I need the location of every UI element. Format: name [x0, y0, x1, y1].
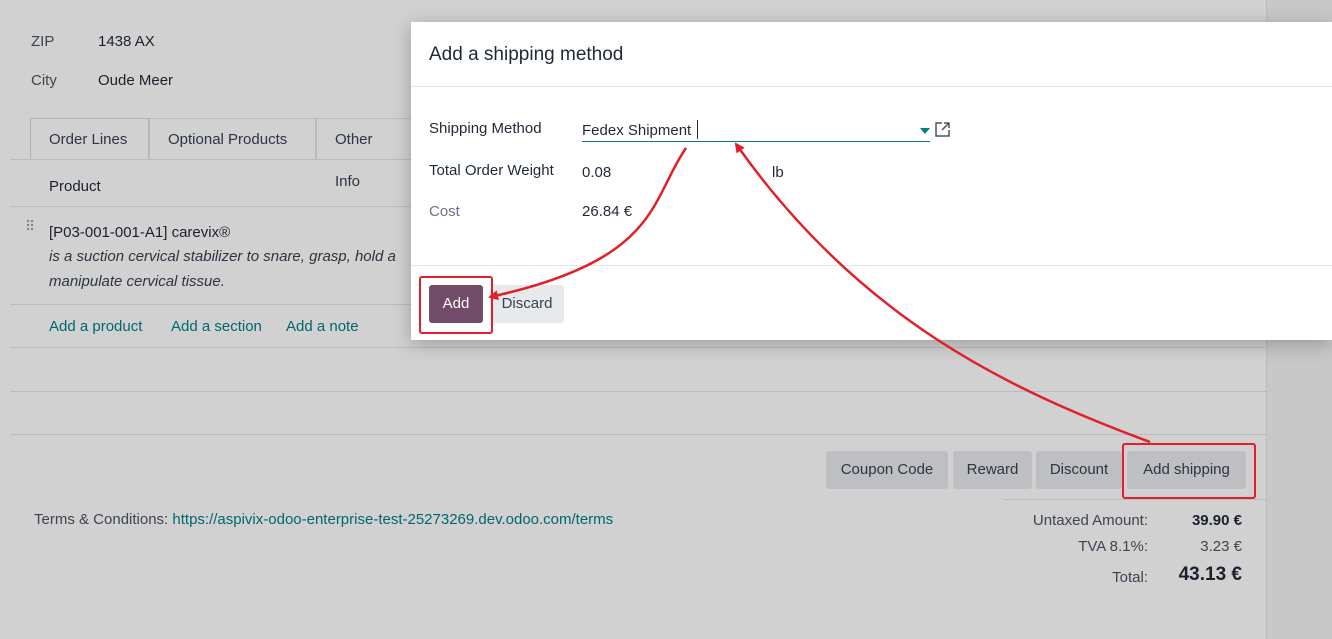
shipping-method-label: Shipping Method	[429, 120, 542, 137]
cost-label: Cost	[429, 203, 460, 220]
text-cursor	[697, 120, 698, 139]
highlight-add-button	[419, 276, 493, 334]
external-link-icon[interactable]	[934, 121, 951, 138]
highlight-add-shipping-button	[1122, 443, 1256, 499]
dialog-footer-divider	[411, 265, 1332, 266]
add-shipping-method-dialog: Add a shipping method Shipping Method Fe…	[411, 22, 1332, 340]
weight-unit: lb	[772, 164, 784, 181]
dialog-header-divider	[411, 86, 1332, 87]
total-order-weight-label: Total Order Weight	[429, 162, 554, 179]
dropdown-caret-icon[interactable]	[920, 128, 930, 134]
shipping-method-input[interactable]: Fedex Shipment	[582, 122, 691, 139]
discard-button[interactable]: Discard	[490, 285, 564, 323]
total-order-weight-value: 0.08	[582, 164, 612, 181]
dialog-title: Add a shipping method	[429, 44, 624, 65]
cost-value: 26.84 €	[582, 203, 633, 220]
shipping-method-input-underline	[582, 141, 930, 142]
